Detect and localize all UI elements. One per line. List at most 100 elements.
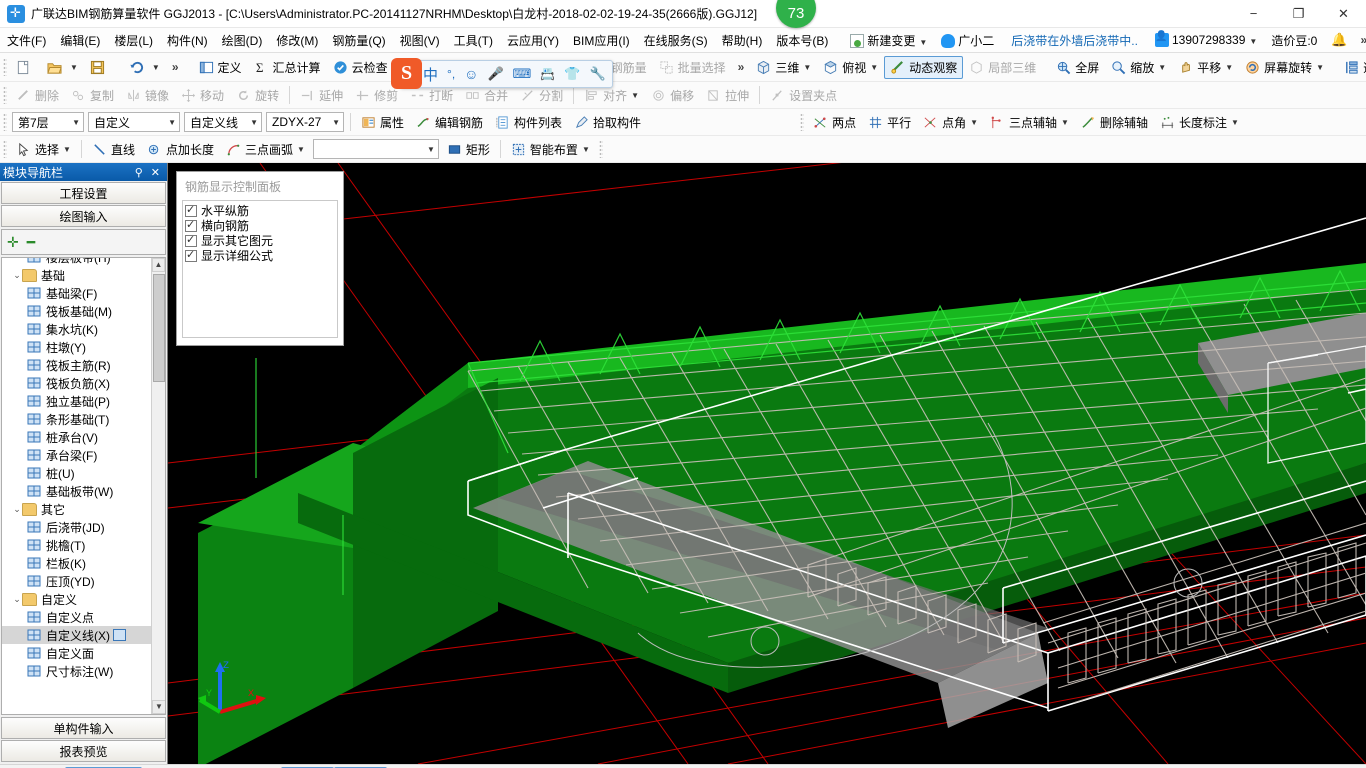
checkbox-icon[interactable] <box>185 233 197 247</box>
menu-bim-apps[interactable]: BIM应用(I) <box>566 29 637 52</box>
update-badge[interactable]: 73 <box>776 0 816 28</box>
ime-settings-icon[interactable]: 🔧 <box>590 66 606 82</box>
member-list-button[interactable]: 构件列表 <box>489 111 568 134</box>
view-3d-button[interactable]: 三维 ▼ <box>750 56 817 79</box>
fullscreen-button[interactable]: 全屏 <box>1050 56 1105 79</box>
rebar-option-transverse[interactable]: 横向钢筋 <box>185 218 337 233</box>
tree-item-component[interactable]: 条形基础(T) <box>2 410 165 428</box>
tree-item-component[interactable]: 筏板基础(M) <box>2 302 165 320</box>
tree-item-component[interactable]: 柱墩(Y) <box>2 338 165 356</box>
report-preview-button[interactable]: 报表预览 <box>1 740 166 762</box>
menu-view[interactable]: 视图(V) <box>393 29 447 52</box>
dynamic-orbit-button[interactable]: 动态观察 <box>884 55 964 79</box>
menu-file[interactable]: 文件(F) <box>0 29 53 52</box>
cloud-check-button[interactable]: 云检查 <box>327 56 394 79</box>
close-button[interactable]: ✕ <box>1321 0 1366 28</box>
tree-item-component[interactable]: 集水坑(K) <box>2 320 165 338</box>
new-change-button[interactable]: 新建变更 ▼ <box>843 29 934 52</box>
select-floor-button[interactable]: 选择楼层 <box>1338 56 1366 79</box>
remove-icon[interactable]: ━ <box>27 234 35 251</box>
menu-edit[interactable]: 编辑(E) <box>53 29 107 52</box>
minimize-button[interactable]: − <box>1231 0 1276 28</box>
delete-button[interactable]: 删除 <box>10 84 65 107</box>
chevron-down-icon[interactable]: ⌄ <box>12 504 22 515</box>
scroll-thumb[interactable] <box>153 274 165 382</box>
point-length-button[interactable]: 点加长度 <box>141 138 220 161</box>
ime-punctuation-icon[interactable]: °, <box>447 67 455 81</box>
tree-item-component[interactable]: 楼层板带(H) <box>2 258 165 266</box>
coin-label[interactable]: 造价豆:0 <box>1264 29 1324 52</box>
menu-modify[interactable]: 修改(M) <box>269 29 325 52</box>
menu-floor[interactable]: 楼层(L) <box>107 29 160 52</box>
toolbar-overflow-mid[interactable]: » <box>732 60 751 74</box>
close-icon[interactable]: ✕ <box>147 166 164 179</box>
offset-button[interactable]: 偏移 <box>645 84 700 107</box>
menu-tools[interactable]: 工具(T) <box>447 29 500 52</box>
tree-item-component[interactable]: 筏板负筋(X) <box>2 374 165 392</box>
tree-item-component[interactable]: 后浇带(JD) <box>2 518 165 536</box>
property-button[interactable]: 属性 <box>355 111 410 134</box>
add-icon[interactable]: ✛ <box>7 234 19 251</box>
toolbar-grip[interactable] <box>800 113 805 131</box>
length-dimension-button[interactable]: 长度标注 ▼ <box>1154 111 1245 134</box>
tree-item-component[interactable]: 桩(U) <box>2 464 165 482</box>
new-file-button[interactable] <box>10 56 41 79</box>
component-tree[interactable]: 现浇板(B)螺旋板(B)柱帽(V)板洞(N)板受力筋(S)板负筋(F)楼层板带(… <box>1 257 166 715</box>
drawing-input-button[interactable]: 绘图输入 <box>1 205 166 227</box>
menu-online-services[interactable]: 在线服务(S) <box>637 29 715 52</box>
three-point-arc-button[interactable]: 三点画弧 ▼ <box>220 138 311 161</box>
member-select[interactable]: ZDYX-27 ▼ <box>266 112 344 132</box>
menu-member[interactable]: 构件(N) <box>160 29 215 52</box>
tree-item-component[interactable]: 自定义面 <box>2 644 165 662</box>
edit-rebar-button[interactable]: 编辑钢筋 <box>410 111 489 134</box>
toolbar-grip[interactable] <box>3 140 7 158</box>
toolbar-overflow-left[interactable]: » <box>166 60 185 74</box>
menu-help[interactable]: 帮助(H) <box>715 29 770 52</box>
checkbox-icon[interactable] <box>185 218 197 232</box>
ime-card-icon[interactable]: 📇 <box>540 67 555 81</box>
rebar-display-control-panel[interactable]: 钢筋显示控制面板 水平纵筋 横向钢筋 显示其它图元 <box>176 171 344 346</box>
3d-viewport[interactable]: 钢筋显示控制面板 水平纵筋 横向钢筋 显示其它图元 <box>168 163 1366 764</box>
ime-chinese-mode-icon[interactable]: 中 <box>423 64 438 85</box>
batch-select-button[interactable]: 批量选择 <box>653 56 732 79</box>
checkbox-icon[interactable] <box>185 203 197 217</box>
top-view-button[interactable]: 俯视 ▼ <box>817 56 884 79</box>
ime-skin-icon[interactable]: 👕 <box>564 66 580 82</box>
select-tool-button[interactable]: 选择 ▼ <box>10 138 77 161</box>
two-point-axis-button[interactable]: 两点 <box>807 111 862 134</box>
tree-item-component[interactable]: 自定义线(X) <box>2 626 165 644</box>
chevron-down-icon[interactable]: ⌄ <box>12 270 22 281</box>
project-settings-button[interactable]: 工程设置 <box>1 182 166 204</box>
partial-3d-button[interactable]: 局部三维 <box>963 56 1042 79</box>
undo-button[interactable]: ▼ <box>123 56 166 79</box>
rotate-button[interactable]: 旋转 <box>230 84 285 107</box>
screen-rotate-button[interactable]: 屏幕旋转 ▼ <box>1239 56 1330 79</box>
toolbar-grip[interactable] <box>3 113 7 131</box>
chevron-down-icon[interactable]: ⌄ <box>12 594 22 605</box>
tree-scrollbar[interactable]: ▲ ▼ <box>151 258 165 714</box>
scroll-up-button[interactable]: ▲ <box>152 258 165 272</box>
pan-button[interactable]: 平移 ▼ <box>1172 56 1239 79</box>
assistant-button[interactable]: 广小二 <box>934 29 1001 52</box>
maximize-button[interactable]: ❐ <box>1276 0 1321 28</box>
account-button[interactable]: 13907298339▼ <box>1148 30 1264 50</box>
three-point-axis-button[interactable]: 三点辅轴 ▼ <box>984 111 1075 134</box>
point-angle-axis-button[interactable]: 点角 ▼ <box>917 111 984 134</box>
tree-item-folder[interactable]: ⌄ 基础 <box>2 266 165 284</box>
category-select[interactable]: 自定义 ▼ <box>88 112 180 132</box>
notice-link[interactable]: 后浇带在外墙后浇带中.. <box>1001 32 1148 49</box>
menu-rebar-qty[interactable]: 钢筋量(Q) <box>325 29 392 52</box>
summary-calc-button[interactable]: Σ 汇总计算 <box>248 56 327 79</box>
parallel-axis-button[interactable]: 平行 <box>862 111 917 134</box>
delete-axis-button[interactable]: 删除辅轴 <box>1075 111 1154 134</box>
scroll-down-button[interactable]: ▼ <box>152 700 165 714</box>
tree-item-folder[interactable]: ⌄ 其它 <box>2 500 165 518</box>
tree-item-component[interactable]: 压顶(YD) <box>2 572 165 590</box>
menu-version[interactable]: 版本号(B) <box>769 29 835 52</box>
ime-emoji-icon[interactable]: ☺ <box>464 66 478 82</box>
ime-keyboard-icon[interactable]: ⌨ <box>513 66 532 82</box>
single-member-input-button[interactable]: 单构件输入 <box>1 717 166 739</box>
bell-icon[interactable]: 🔔 <box>1324 29 1354 51</box>
smart-layout-button[interactable]: 智能布置 ▼ <box>505 138 596 161</box>
tree-item-component[interactable]: 栏板(K) <box>2 554 165 572</box>
